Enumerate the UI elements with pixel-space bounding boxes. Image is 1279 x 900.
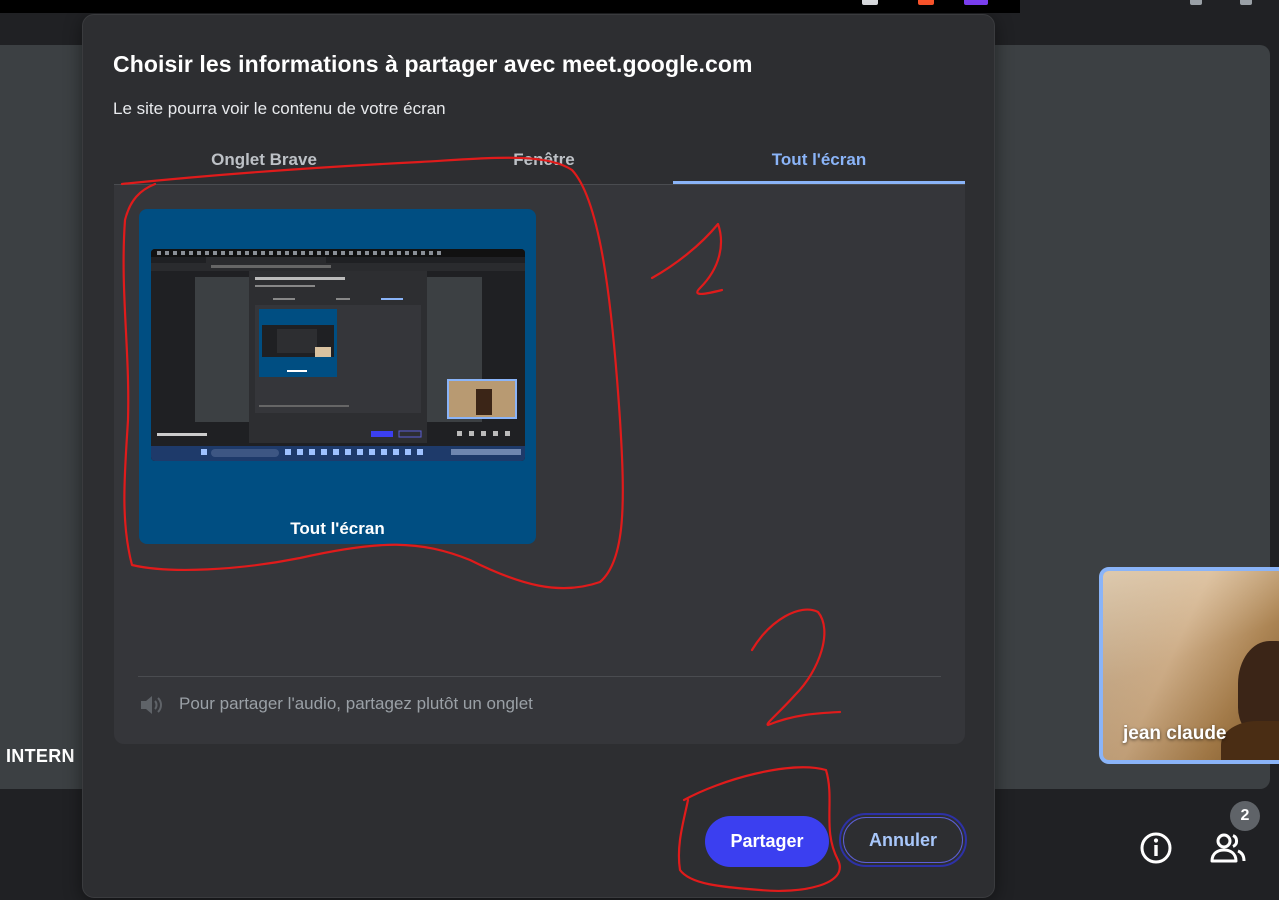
source-panel: Tout l'écran Pour partager l'audio, part… bbox=[114, 185, 965, 744]
audio-note: Pour partager l'audio, partagez plutôt u… bbox=[179, 694, 533, 713]
extension-icon[interactable] bbox=[862, 0, 878, 5]
tab-brave-tab[interactable]: Onglet Brave bbox=[114, 145, 414, 184]
participant-tile-name: INTERN bbox=[6, 746, 75, 766]
brave-shield-icon[interactable] bbox=[918, 0, 934, 5]
screen-preview-thumbnail bbox=[151, 249, 525, 461]
people-icon[interactable] bbox=[1208, 830, 1248, 866]
speaker-icon bbox=[141, 696, 162, 714]
audio-divider bbox=[138, 676, 941, 677]
screen: INTERN jean claude 2 Choisir les informa… bbox=[0, 0, 1279, 900]
entire-screen-source[interactable]: Tout l'écran bbox=[139, 209, 536, 544]
people-count-badge: 2 bbox=[1230, 801, 1260, 831]
brave-rewards-icon[interactable] bbox=[964, 0, 988, 5]
info-icon[interactable] bbox=[1138, 830, 1174, 866]
self-view-name: jean claude bbox=[1123, 723, 1227, 744]
cancel-button[interactable]: Annuler bbox=[839, 813, 967, 867]
tab-entire-screen[interactable]: Tout l'écran bbox=[673, 145, 965, 184]
self-view-tile[interactable]: jean claude bbox=[1099, 567, 1279, 764]
share-button[interactable]: Partager bbox=[705, 816, 829, 867]
dialog-title: Choisir les informations à partager avec… bbox=[113, 51, 753, 77]
window-menu-icon[interactable] bbox=[1240, 0, 1252, 5]
window-tile-icon[interactable] bbox=[1190, 0, 1202, 5]
screen-share-dialog: Choisir les informations à partager avec… bbox=[82, 14, 995, 898]
source-label: Tout l'écran bbox=[290, 519, 385, 538]
screen-preview-image bbox=[151, 249, 525, 461]
tab-window[interactable]: Fenêtre bbox=[414, 145, 674, 184]
share-source-tabs: Onglet Brave Fenêtre Tout l'écran bbox=[114, 145, 965, 185]
dialog-subtitle: Le site pourra voir le contenu de votre … bbox=[113, 99, 446, 118]
